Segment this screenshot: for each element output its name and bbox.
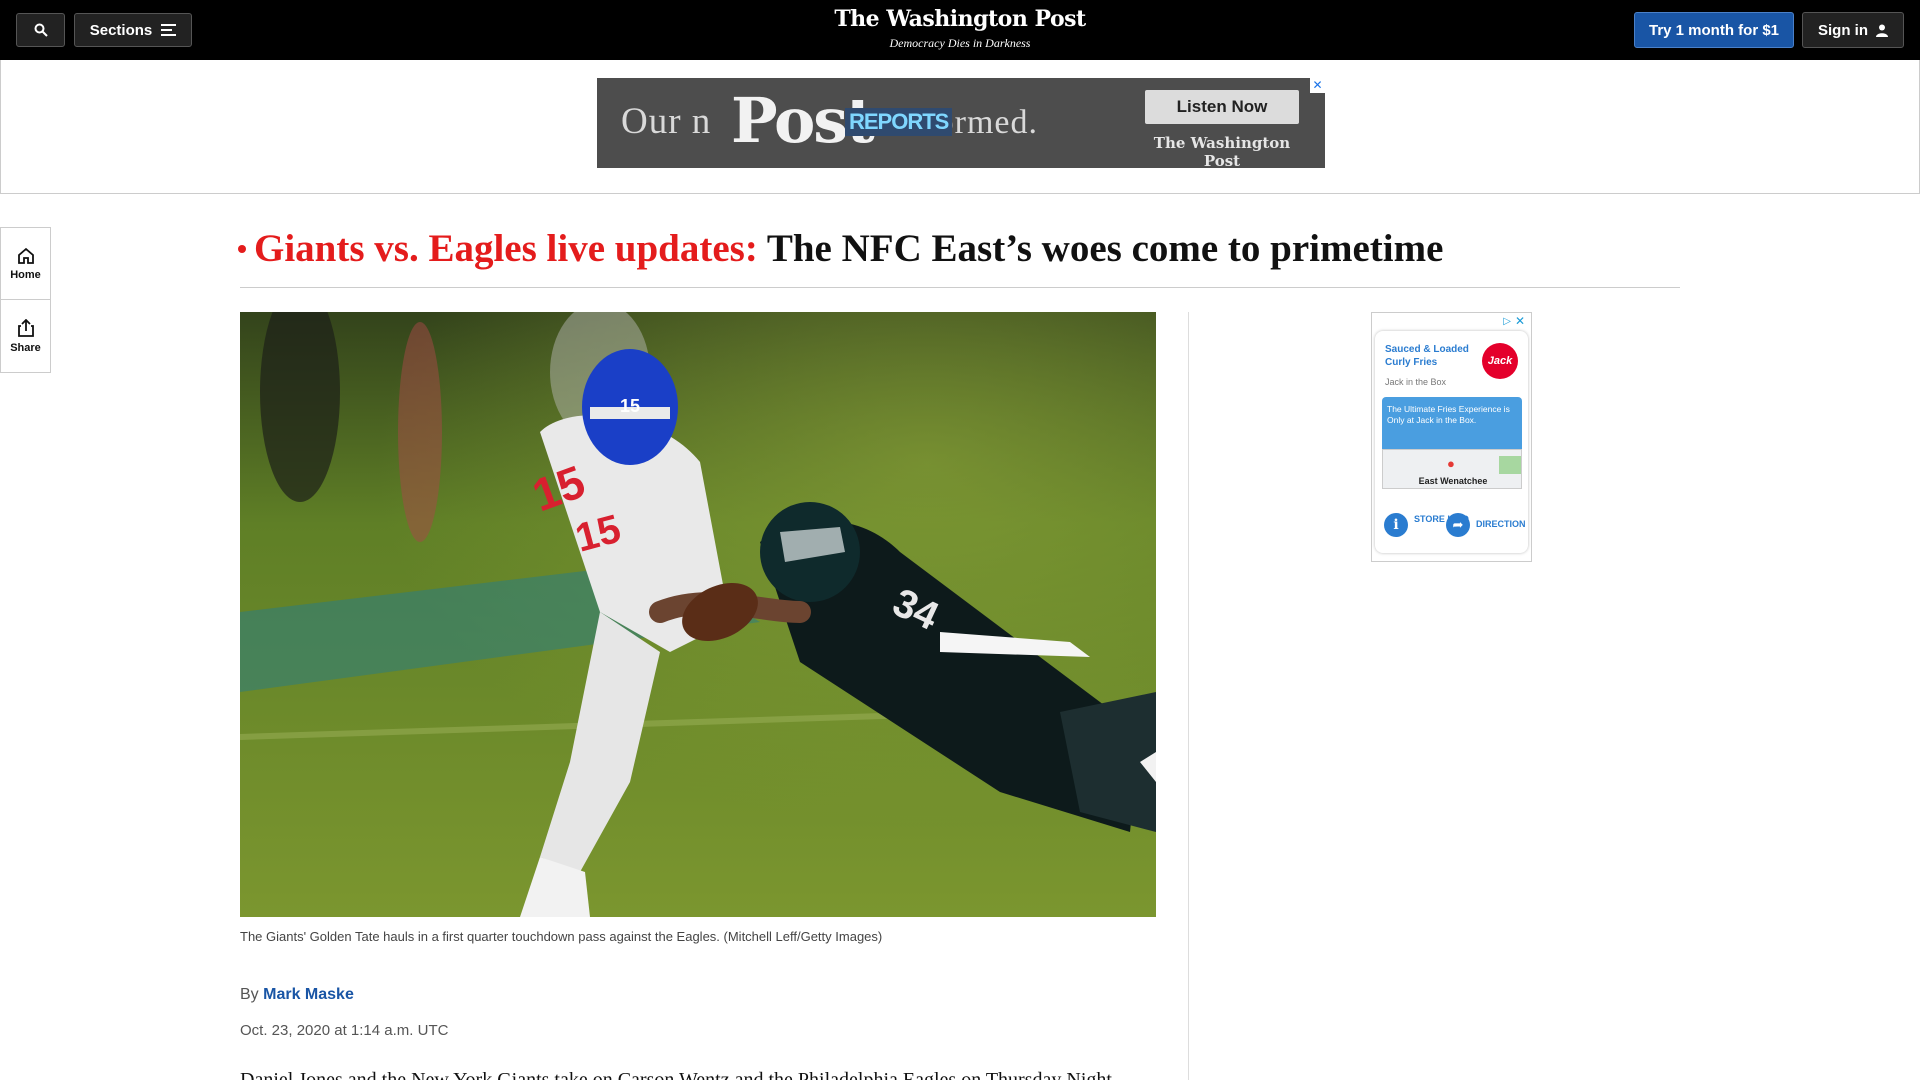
adchoices-icon[interactable]: ▷	[1503, 316, 1511, 327]
ad-close-icon[interactable]: ✕	[1310, 78, 1325, 93]
lead-photo[interactable]: 15 15 15 34	[240, 312, 1156, 917]
info-icon[interactable]: i	[1384, 513, 1408, 537]
site-logo[interactable]: The Washington Post	[760, 6, 1160, 32]
search-icon	[34, 23, 48, 37]
ad-logo-text: Jack	[1487, 355, 1513, 367]
subscribe-trial-button[interactable]: Try 1 month for $1	[1634, 12, 1794, 48]
headline-title: The NFC East’s woes come to primetime	[766, 227, 1444, 270]
ad-card[interactable]: Sauced & Loaded Curly Fries Jack in the …	[1375, 331, 1528, 553]
football-photo-illustration: 15 15 15 34	[240, 312, 1156, 917]
article-headline: Giants vs. Eagles live updates: The NFC …	[238, 226, 1680, 272]
home-icon	[17, 247, 34, 264]
ad-location: East Wenatchee	[1418, 476, 1488, 486]
byline-prefix: By	[240, 986, 259, 1003]
top-ad-slot: Our n d. Informed. Post REPORTS Listen N…	[0, 60, 1920, 194]
masthead[interactable]: The Washington Post Democracy Dies in Da…	[760, 6, 1160, 51]
live-dot-icon	[238, 245, 246, 254]
rail-home-button[interactable]: Home	[0, 227, 51, 300]
search-button[interactable]	[16, 13, 65, 47]
sections-label: Sections	[89, 21, 153, 39]
directions-link[interactable]: DIRECTION	[1476, 519, 1526, 529]
map-park-area	[1499, 456, 1521, 474]
svg-text:15: 15	[620, 396, 640, 416]
headline-kicker: Giants vs. Eagles live updates:	[254, 227, 758, 270]
jack-in-the-box-logo: Jack	[1482, 343, 1518, 379]
top-nav: Sections The Washington Post Democracy D…	[0, 0, 1920, 60]
article-body-first-line: Daniel Jones and the New York Giants tak…	[240, 1070, 1156, 1080]
ad-product-name: Sauced & Loaded Curly Fries	[1385, 344, 1469, 368]
left-rail: Home Share	[0, 227, 51, 373]
ad-reports-word: REPORTS	[845, 108, 953, 136]
share-icon	[17, 318, 34, 337]
tagline: Democracy Dies in Darkness	[889, 36, 1031, 50]
post-reports-banner-ad[interactable]: Our n d. Informed. Post REPORTS Listen N…	[597, 78, 1325, 168]
rail-share-label: Share	[10, 341, 41, 354]
sign-in-button[interactable]: Sign in	[1802, 12, 1904, 48]
menu-icon	[161, 24, 177, 36]
ad-actions: i STORE INFO ➦ DIRECTION	[1382, 509, 1531, 539]
ad-blurb: The Ultimate Fries Experience is Only at…	[1382, 397, 1522, 449]
sections-button[interactable]: Sections	[74, 13, 192, 47]
info-glyph: i	[1393, 517, 1399, 533]
rail-share-button[interactable]: Share	[0, 300, 51, 373]
sidebar-ad[interactable]: ▷ ✕ Sauced & Loaded Curly Fries Jack in …	[1371, 312, 1532, 562]
user-icon	[1876, 24, 1888, 37]
author-link[interactable]: Mark Maske	[263, 986, 354, 1003]
ad-brand-logo: The Washington Post	[1153, 134, 1291, 168]
ad-close-icon[interactable]: ✕	[1515, 314, 1525, 328]
trial-label: Try 1 month for $1	[1648, 21, 1780, 39]
headline-divider	[240, 287, 1680, 288]
ad-text-left: Our n	[621, 101, 712, 142]
sign-in-label: Sign in	[1818, 21, 1868, 39]
publish-date: Oct. 23, 2020 at 1:14 a.m. UTC	[240, 1022, 449, 1039]
listen-now-button[interactable]: Listen Now	[1145, 90, 1299, 124]
photo-caption: The Giants' Golden Tate hauls in a first…	[240, 929, 883, 944]
ad-map[interactable]: ● East Wenatchee	[1382, 449, 1522, 489]
map-pin-icon: ●	[1447, 456, 1455, 471]
rail-home-label: Home	[10, 268, 41, 281]
directions-icon[interactable]: ➦	[1446, 513, 1470, 537]
byline: By Mark Maske	[240, 986, 354, 1004]
ad-advertiser: Jack in the Box	[1385, 377, 1447, 387]
column-divider	[1188, 312, 1189, 1080]
